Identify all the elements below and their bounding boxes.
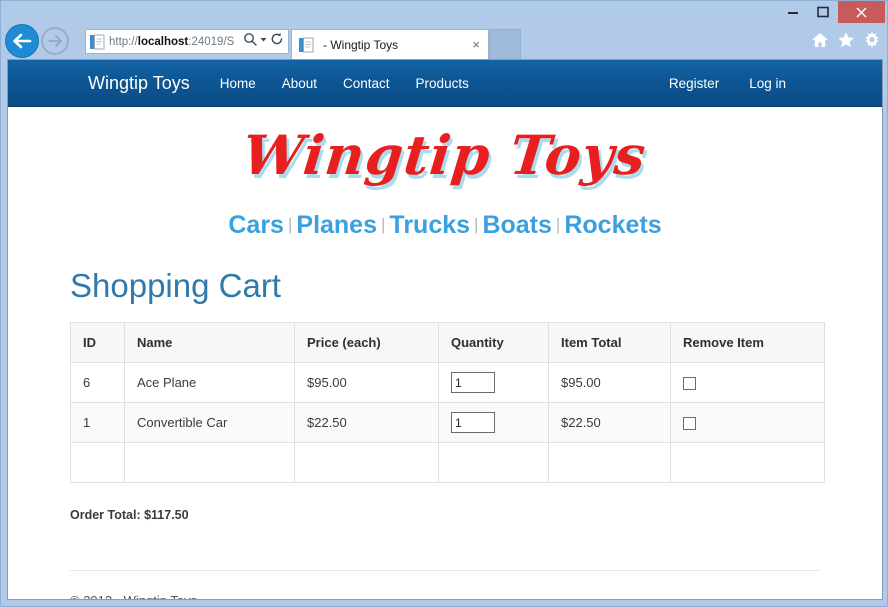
main-content: Shopping Cart ID Name Price (each) Quant…	[8, 268, 882, 600]
cart-table-body: 6 Ace Plane $95.00 $95.00 1 Converti	[71, 363, 825, 483]
cell-empty	[549, 443, 671, 483]
page-viewport: Wingtip Toys Home About Contact Products…	[7, 59, 883, 600]
tab-strip: - Wingtip Toys ×	[291, 29, 521, 59]
home-icon[interactable]	[811, 31, 829, 49]
cart-table-header: ID Name Price (each) Quantity Item Total…	[71, 323, 825, 363]
order-total: Order Total: $117.50	[70, 508, 820, 522]
table-row: 6 Ace Plane $95.00 $95.00	[71, 363, 825, 403]
cell-item-total: $22.50	[549, 403, 671, 443]
maximize-icon	[817, 6, 829, 18]
site-nav-links: Home About Contact Products	[220, 76, 469, 91]
page-icon	[89, 34, 105, 50]
gear-icon[interactable]	[863, 31, 881, 49]
table-row: 1 Convertible Car $22.50 $22.50	[71, 403, 825, 443]
tab-title: - Wingtip Toys	[323, 38, 469, 52]
footer-divider	[70, 570, 820, 571]
quantity-input[interactable]	[451, 372, 495, 393]
site-nav-account-links: Register Log in	[669, 76, 786, 91]
cell-price: $22.50	[295, 403, 439, 443]
cell-item-total: $95.00	[549, 363, 671, 403]
cell-quantity	[439, 363, 549, 403]
copyright-text: © 2013 - Wingtip Toys	[70, 593, 820, 600]
close-button[interactable]	[838, 1, 885, 23]
category-separator: |	[284, 215, 296, 234]
site-brand[interactable]: Wingtip Toys	[88, 73, 190, 94]
browser-tab[interactable]: - Wingtip Toys ×	[291, 29, 489, 59]
cell-name: Convertible Car	[125, 403, 295, 443]
cell-id: 6	[71, 363, 125, 403]
remove-item-checkbox[interactable]	[683, 417, 696, 430]
nav-link-home[interactable]: Home	[220, 76, 256, 91]
category-links: Cars|Planes|Trucks|Boats|Rockets	[8, 189, 882, 248]
nav-link-contact[interactable]: Contact	[343, 76, 390, 91]
cell-price: $95.00	[295, 363, 439, 403]
column-header-name: Name	[125, 323, 295, 363]
column-header-quantity: Quantity	[439, 323, 549, 363]
window-controls	[778, 1, 885, 23]
minimize-button[interactable]	[778, 1, 808, 23]
category-link-cars[interactable]: Cars	[228, 211, 284, 239]
cell-remove	[671, 363, 825, 403]
category-separator: |	[552, 215, 564, 234]
cell-id: 1	[71, 403, 125, 443]
new-tab-button[interactable]	[489, 29, 521, 59]
back-arrow-icon	[12, 33, 32, 49]
category-separator: |	[377, 215, 389, 234]
minimize-icon	[787, 6, 799, 18]
cell-empty	[439, 443, 549, 483]
maximize-button[interactable]	[808, 1, 838, 23]
address-bar-url: http://localhost:24019/S	[109, 35, 243, 49]
cell-empty	[295, 443, 439, 483]
table-header-row: ID Name Price (each) Quantity Item Total…	[71, 323, 825, 363]
category-link-rockets[interactable]: Rockets	[564, 211, 661, 239]
remove-item-checkbox[interactable]	[683, 377, 696, 390]
column-header-item-total: Item Total	[549, 323, 671, 363]
category-link-boats[interactable]: Boats	[482, 211, 551, 239]
star-icon[interactable]	[837, 31, 855, 49]
navigation-buttons	[6, 23, 69, 59]
forward-button[interactable]	[41, 27, 69, 55]
column-header-id: ID	[71, 323, 125, 363]
nav-link-register[interactable]: Register	[669, 76, 719, 91]
cell-quantity	[439, 403, 549, 443]
category-separator: |	[470, 215, 482, 234]
category-link-planes[interactable]: Planes	[296, 211, 377, 239]
title-bar	[1, 1, 887, 23]
page-title: Shopping Cart	[70, 268, 820, 304]
refresh-icon[interactable]	[270, 32, 284, 51]
cell-remove	[671, 403, 825, 443]
chrome-toolbar-icons	[811, 31, 881, 49]
browser-chrome: http://localhost:24019/S	[1, 23, 887, 59]
address-bar[interactable]: http://localhost:24019/S	[85, 29, 289, 54]
cell-empty	[71, 443, 125, 483]
cell-name: Ace Plane	[125, 363, 295, 403]
cell-empty	[125, 443, 295, 483]
nav-link-products[interactable]: Products	[416, 76, 469, 91]
browser-window: http://localhost:24019/S	[0, 0, 888, 607]
site-navigation-bar: Wingtip Toys Home About Contact Products…	[8, 60, 882, 107]
quantity-input[interactable]	[451, 412, 495, 433]
close-icon	[855, 6, 868, 19]
nav-link-about[interactable]: About	[282, 76, 317, 91]
search-icon[interactable]	[243, 32, 257, 51]
table-footer-row	[71, 443, 825, 483]
tab-favicon	[298, 37, 314, 53]
site-logo-container: Wingtip Toys	[8, 107, 882, 189]
column-header-remove-item: Remove Item	[671, 323, 825, 363]
tab-close-icon[interactable]: ×	[469, 37, 483, 52]
cell-empty	[671, 443, 825, 483]
address-bar-icons	[243, 32, 286, 51]
category-link-trucks[interactable]: Trucks	[389, 211, 470, 239]
chevron-down-icon[interactable]	[259, 32, 268, 51]
shopping-cart-table: ID Name Price (each) Quantity Item Total…	[70, 322, 825, 483]
site-logo: Wingtip Toys	[240, 123, 650, 187]
column-header-price: Price (each)	[295, 323, 439, 363]
forward-arrow-icon	[47, 34, 64, 48]
back-button[interactable]	[6, 25, 38, 57]
nav-link-login[interactable]: Log in	[749, 76, 786, 91]
